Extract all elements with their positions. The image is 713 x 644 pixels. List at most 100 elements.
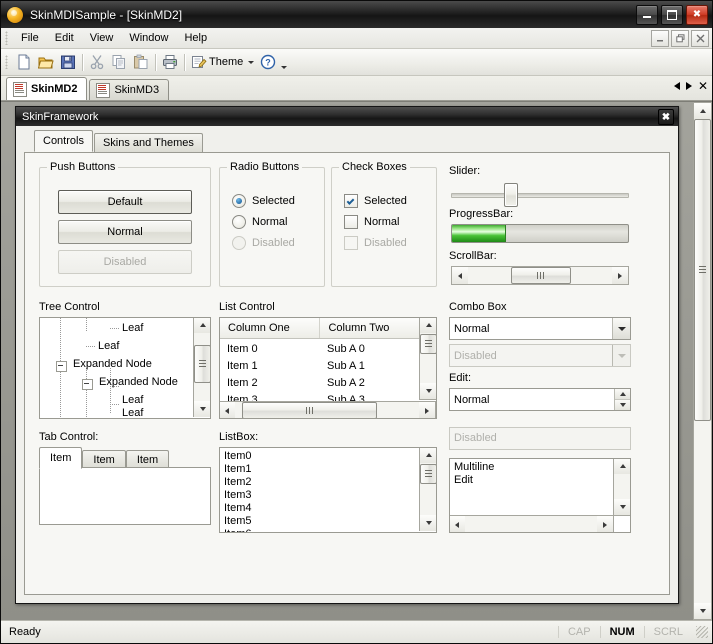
menu-item-window[interactable]: Window xyxy=(121,30,176,46)
menu-grip-handle[interactable] xyxy=(5,31,8,45)
mdi-tab-skinmd3[interactable]: SkinMD3 xyxy=(89,79,170,100)
multiline-edit[interactable]: Multiline Edit xyxy=(449,458,631,533)
scroll-track[interactable] xyxy=(614,474,630,499)
scroll-up-icon[interactable] xyxy=(194,318,210,333)
listbox-item[interactable]: Item1 xyxy=(224,463,252,475)
button-default[interactable]: Default xyxy=(58,190,192,214)
help-button[interactable]: ? xyxy=(257,51,290,73)
tab-controls[interactable]: Controls xyxy=(34,130,93,152)
scroll-thumb[interactable] xyxy=(511,267,571,284)
cut-icon[interactable] xyxy=(86,51,108,73)
tree-item[interactable]: Expanded Node xyxy=(73,358,152,370)
menu-item-edit[interactable]: Edit xyxy=(47,30,82,46)
listbox-item[interactable]: Item2 xyxy=(224,476,252,488)
scroll-down-icon[interactable] xyxy=(194,401,210,417)
close-button[interactable]: ✖ xyxy=(686,5,708,25)
listbox-item[interactable]: Item0 xyxy=(224,450,252,462)
edit-normal[interactable]: Normal xyxy=(449,388,631,411)
nav-close-icon[interactable]: ✕ xyxy=(698,80,708,92)
child-window-close-button[interactable]: ✖ xyxy=(658,109,674,125)
scroll-down-icon[interactable] xyxy=(420,515,436,531)
new-icon[interactable] xyxy=(13,51,35,73)
list-cell[interactable]: Item 0 xyxy=(227,343,258,355)
radio-normal[interactable]: Normal xyxy=(232,215,287,229)
slider-track[interactable] xyxy=(451,193,629,198)
save-icon[interactable] xyxy=(57,51,79,73)
spinner-control[interactable] xyxy=(614,389,630,410)
list-horizontal-scrollbar[interactable] xyxy=(220,401,436,418)
checkbox-normal[interactable]: Normal xyxy=(344,215,399,229)
chevron-down-icon[interactable] xyxy=(612,318,630,339)
scroll-track[interactable] xyxy=(694,119,711,603)
scroll-up-icon[interactable] xyxy=(694,103,711,119)
slider-thumb[interactable] xyxy=(504,183,518,207)
scroll-track[interactable] xyxy=(465,516,597,532)
scroll-right-icon[interactable] xyxy=(612,267,628,284)
theme-button[interactable]: Theme xyxy=(188,51,257,73)
mdi-client-vertical-scrollbar[interactable] xyxy=(693,102,712,620)
menu-item-view[interactable]: View xyxy=(82,30,122,46)
list-cell[interactable]: Sub A 1 xyxy=(327,360,365,372)
scroll-track[interactable] xyxy=(194,333,210,401)
maximize-button[interactable] xyxy=(661,5,683,25)
scroll-right-icon[interactable] xyxy=(597,516,613,532)
open-icon[interactable] xyxy=(35,51,57,73)
tree-control[interactable]: Leaf Leaf Expanded Node Expanded Node Le… xyxy=(39,317,211,419)
listbox-vertical-scrollbar[interactable] xyxy=(419,448,436,531)
scroll-thumb[interactable] xyxy=(694,119,711,422)
scroll-thumb[interactable] xyxy=(420,334,436,354)
minimize-button[interactable] xyxy=(636,5,658,25)
scroll-down-icon[interactable] xyxy=(694,603,711,619)
tab-control-tab-0[interactable]: Item xyxy=(39,447,83,469)
restore-child-icon[interactable] xyxy=(671,30,689,47)
scroll-up-icon[interactable] xyxy=(614,459,630,474)
listbox-item[interactable]: Item4 xyxy=(224,502,252,514)
close-child-icon[interactable] xyxy=(691,30,709,47)
listbox-item[interactable]: Item3 xyxy=(224,489,252,501)
list-cell[interactable]: Sub A 0 xyxy=(327,343,365,355)
scroll-left-icon[interactable] xyxy=(220,402,235,418)
menu-item-help[interactable]: Help xyxy=(176,30,215,46)
multiline-edit-horizontal-scrollbar[interactable] xyxy=(450,515,614,532)
minimize-child-icon[interactable] xyxy=(651,30,669,47)
scroll-thumb[interactable] xyxy=(194,345,210,383)
toolbar-grip-handle[interactable] xyxy=(5,55,8,69)
list-cell[interactable]: Item 2 xyxy=(227,377,258,389)
listbox-item[interactable]: Item6 xyxy=(224,528,252,532)
scroll-track[interactable] xyxy=(235,402,419,418)
radio-button-icon[interactable] xyxy=(232,215,246,229)
column-header-two[interactable]: Column Two xyxy=(320,318,419,338)
scroll-left-icon[interactable] xyxy=(452,267,468,284)
checkbox-icon[interactable] xyxy=(344,215,358,229)
radio-selected[interactable]: Selected xyxy=(232,194,295,208)
scroll-thumb[interactable] xyxy=(420,464,436,484)
combo-box-normal[interactable]: Normal xyxy=(449,317,631,340)
nav-next-icon[interactable] xyxy=(685,82,692,90)
nav-prev-icon[interactable] xyxy=(673,82,680,90)
scroll-track[interactable] xyxy=(420,333,436,383)
tab-skins-and-themes[interactable]: Skins and Themes xyxy=(93,133,203,152)
tree-expander-icon[interactable] xyxy=(56,361,67,372)
scroll-down-icon[interactable] xyxy=(614,499,630,515)
scroll-track[interactable] xyxy=(468,267,612,284)
tree-item[interactable]: Expanded Node xyxy=(99,376,178,388)
list-cell[interactable]: Sub A 2 xyxy=(327,377,365,389)
tree-vertical-scrollbar[interactable] xyxy=(193,318,210,417)
tree-item[interactable]: Leaf xyxy=(98,340,119,352)
menu-item-file[interactable]: File xyxy=(13,30,47,46)
scroll-up-icon[interactable] xyxy=(420,318,436,333)
scroll-down-icon[interactable] xyxy=(420,383,436,399)
edit-value[interactable]: Normal xyxy=(450,394,614,406)
scroll-up-icon[interactable] xyxy=(420,448,436,463)
resize-grip-icon[interactable] xyxy=(696,626,708,638)
standalone-horizontal-scrollbar[interactable] xyxy=(451,266,629,285)
tree-item[interactable]: Leaf xyxy=(122,407,143,418)
tree-item[interactable]: Leaf xyxy=(122,322,143,334)
listbox-item[interactable]: Item5 xyxy=(224,515,252,527)
button-normal[interactable]: Normal xyxy=(58,220,192,244)
spinner-up-icon[interactable] xyxy=(615,389,630,400)
copy-icon[interactable] xyxy=(108,51,130,73)
spinner-down-icon[interactable] xyxy=(615,400,630,410)
list-cell[interactable]: Item 1 xyxy=(227,360,258,372)
mdi-tab-skinmd2[interactable]: SkinMD2 xyxy=(6,77,88,100)
